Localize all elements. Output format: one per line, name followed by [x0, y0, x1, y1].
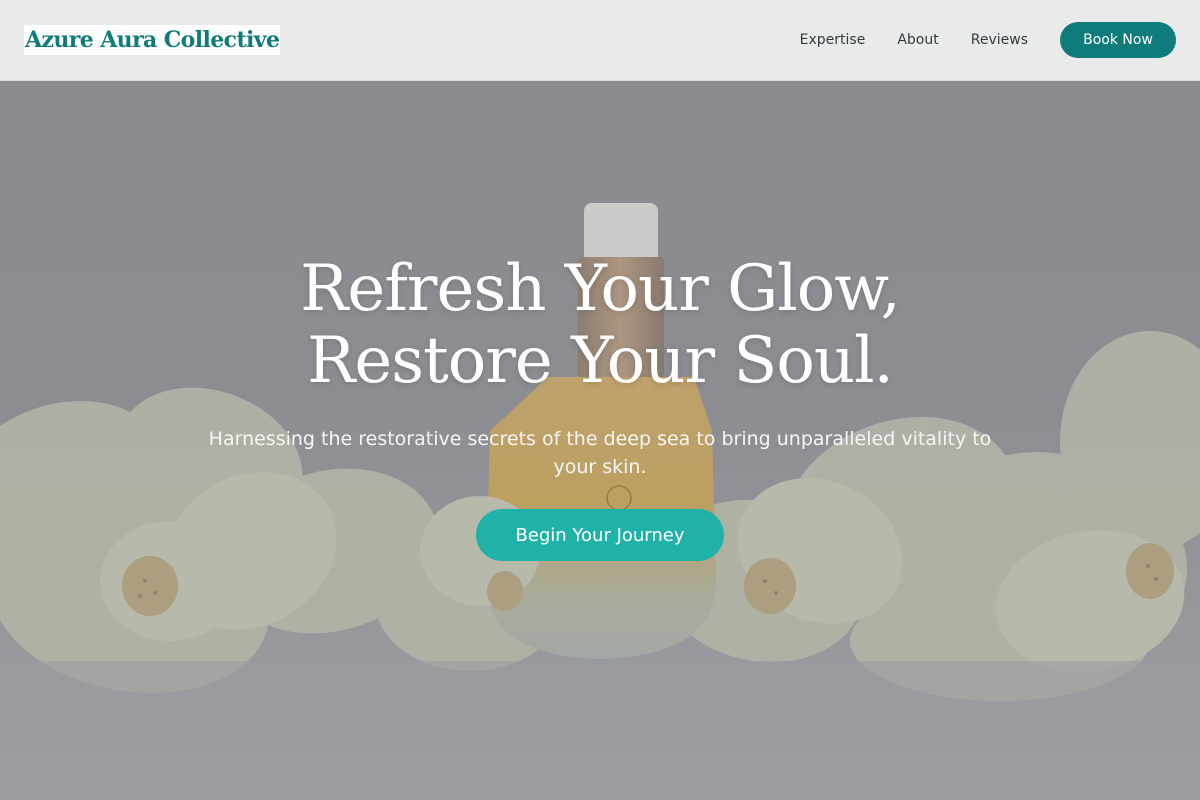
main-nav: Expertise About Reviews Book Now: [800, 22, 1176, 58]
hero-section: Refresh Your Glow, Restore Your Soul. Ha…: [0, 81, 1200, 800]
hero-title-line-1: Refresh Your Glow,: [300, 252, 901, 326]
nav-link-expertise[interactable]: Expertise: [800, 32, 866, 48]
hero-title-line-2: Restore Your Soul.: [307, 324, 894, 398]
hero-content: Refresh Your Glow, Restore Your Soul. Ha…: [0, 253, 1200, 561]
nav-link-reviews[interactable]: Reviews: [971, 32, 1028, 48]
brand-logo[interactable]: Azure Aura Collective: [24, 25, 281, 55]
nav-link-about[interactable]: About: [897, 32, 938, 48]
begin-journey-button[interactable]: Begin Your Journey: [476, 509, 724, 561]
hero-subtitle: Harnessing the restorative secrets of th…: [208, 428, 992, 478]
hero-title: Refresh Your Glow, Restore Your Soul.: [300, 252, 901, 398]
book-now-button[interactable]: Book Now: [1060, 22, 1176, 58]
site-header: Azure Aura Collective Expertise About Re…: [0, 0, 1200, 81]
